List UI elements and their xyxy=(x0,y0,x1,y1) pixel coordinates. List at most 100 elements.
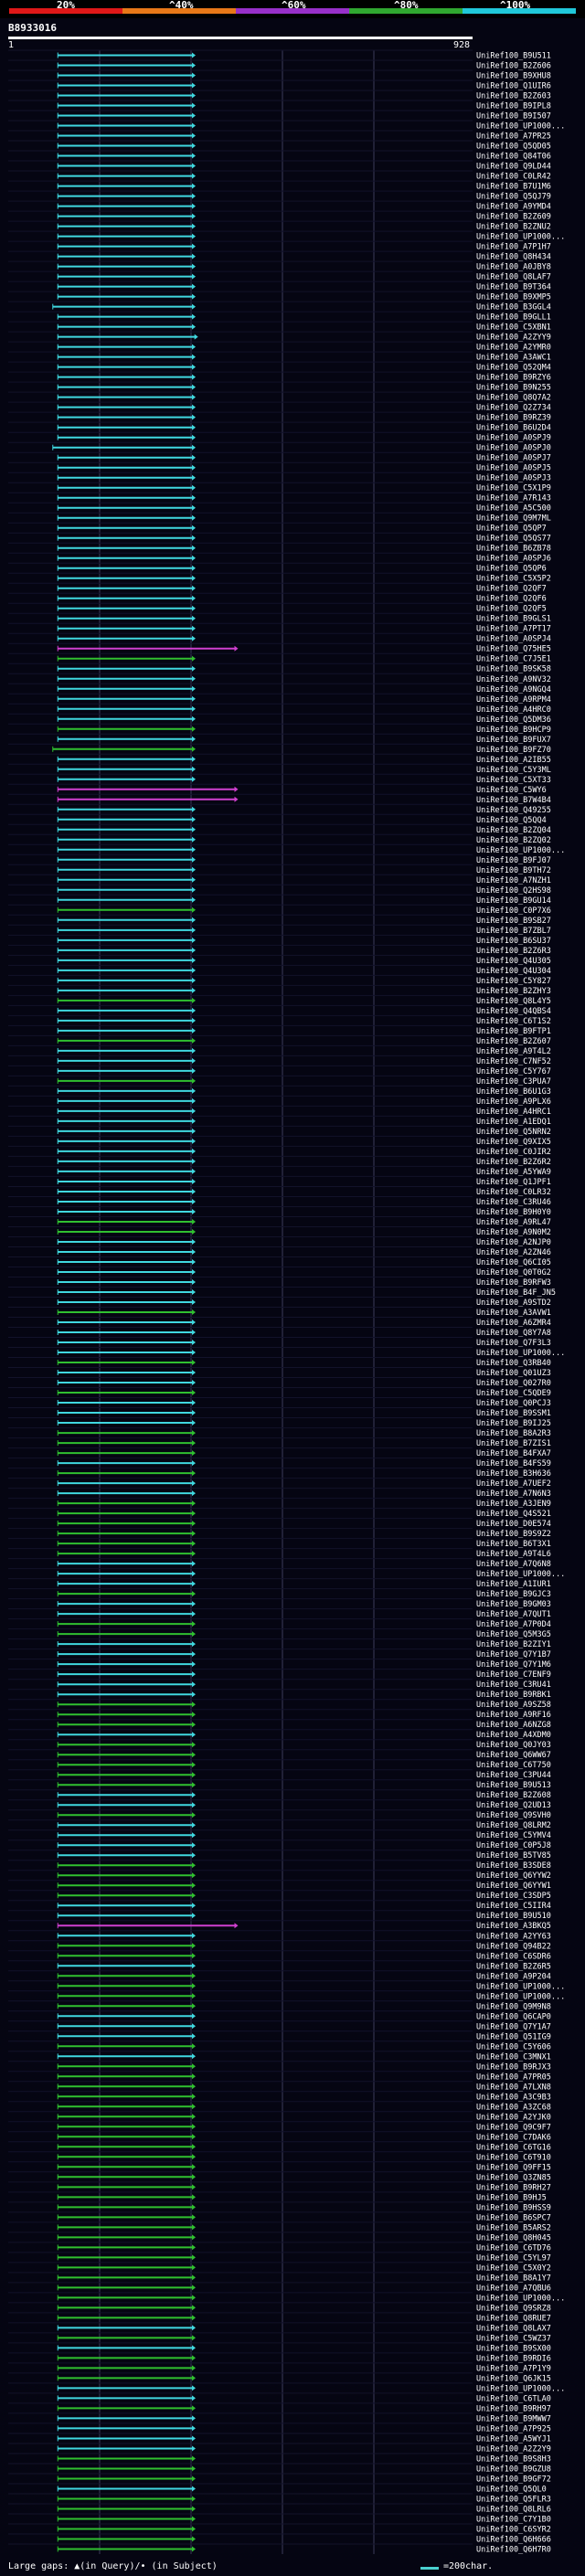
hit-label[interactable]: UniRef100_Q84T06 xyxy=(476,153,551,162)
hit-label[interactable]: UniRef100_A9NGQ4 xyxy=(476,685,551,694)
hit-label[interactable]: UniRef100_B8A1Y7 xyxy=(476,2274,551,2283)
hit-label[interactable]: UniRef100_Q8Y7A8 xyxy=(476,1329,551,1338)
hit-label[interactable]: UniRef100_UP1000... xyxy=(476,122,565,132)
hit-label[interactable]: UniRef100_B6SPC7 xyxy=(476,2213,551,2222)
hit-label[interactable]: UniRef100_B9RZY6 xyxy=(476,374,551,383)
hit-label[interactable]: UniRef100_B9GLS1 xyxy=(476,615,551,624)
hit-label[interactable]: UniRef100_Q5QQ4 xyxy=(476,816,547,825)
hit-label[interactable]: UniRef100_B9SSM1 xyxy=(476,1409,551,1418)
hit-label[interactable]: UniRef100_A2ZN46 xyxy=(476,1248,551,1257)
hit-label[interactable]: UniRef100_UP1000... xyxy=(476,1570,565,1579)
hit-label[interactable]: UniRef100_C6T910 xyxy=(476,2153,551,2162)
hit-label[interactable]: UniRef100_Q1JPF1 xyxy=(476,1178,551,1187)
hit-label[interactable]: UniRef100_A7R143 xyxy=(476,494,551,504)
hit-label[interactable]: UniRef100_Q5QP6 xyxy=(476,565,547,574)
hit-label[interactable]: UniRef100_B7ZIS1 xyxy=(476,1439,551,1448)
hit-label[interactable]: UniRef100_B4FXA7 xyxy=(476,1449,551,1458)
hit-label[interactable]: UniRef100_C5X5P2 xyxy=(476,575,551,584)
hit-label[interactable]: UniRef100_B2Z6R3 xyxy=(476,947,551,956)
hit-label[interactable]: UniRef100_A9N0M2 xyxy=(476,1228,551,1237)
hit-label[interactable]: UniRef100_B9S9Z2 xyxy=(476,1530,551,1539)
hit-label[interactable]: UniRef100_A4HRC0 xyxy=(476,705,551,715)
hit-label[interactable]: UniRef100_A3AWC1 xyxy=(476,354,551,363)
hit-label[interactable]: UniRef100_B2ZHY3 xyxy=(476,987,551,996)
hit-label[interactable]: UniRef100_A6ZMR4 xyxy=(476,1319,551,1328)
hit-label[interactable]: UniRef100_C0JIR2 xyxy=(476,1148,551,1157)
hit-label[interactable]: UniRef100_B9RJX3 xyxy=(476,2062,551,2072)
hit-label[interactable]: UniRef100_Q5QP7 xyxy=(476,525,547,534)
hit-label[interactable]: UniRef100_Q9SRZ8 xyxy=(476,2304,551,2313)
hit-label[interactable]: UniRef100_B9RH27 xyxy=(476,2183,551,2192)
hit-label[interactable]: UniRef100_B9GM03 xyxy=(476,1600,551,1609)
hit-label[interactable]: UniRef100_A6NZG8 xyxy=(476,1721,551,1730)
hit-label[interactable]: UniRef100_Q6CI05 xyxy=(476,1258,551,1267)
hit-label[interactable]: UniRef100_B4F_JN5 xyxy=(476,1288,556,1298)
hit-label[interactable]: UniRef100_A7NZH1 xyxy=(476,876,551,885)
hit-label[interactable]: UniRef100_Q0JY03 xyxy=(476,1741,551,1750)
hit-label[interactable]: UniRef100_B2ZNU2 xyxy=(476,223,551,232)
hit-label[interactable]: UniRef100_B5TV85 xyxy=(476,1851,551,1860)
hit-label[interactable]: UniRef100_C0LR32 xyxy=(476,1188,551,1197)
hit-label[interactable]: UniRef100_B2ZIY1 xyxy=(476,1640,551,1649)
hit-label[interactable]: UniRef100_A0SPJ7 xyxy=(476,454,551,463)
hit-label[interactable]: UniRef100_A0SPJ3 xyxy=(476,474,551,483)
hit-label[interactable]: UniRef100_B2ZQ02 xyxy=(476,836,551,845)
hit-label[interactable]: UniRef100_A7PT17 xyxy=(476,625,551,634)
hit-label[interactable]: UniRef100_A7P925 xyxy=(476,2424,551,2433)
hit-label[interactable]: UniRef100_A0SPJ6 xyxy=(476,555,551,564)
hit-label[interactable]: UniRef100_A9YMD4 xyxy=(476,203,551,212)
hit-label[interactable]: UniRef100_C6T750 xyxy=(476,1761,551,1770)
hit-label[interactable]: UniRef100_C5Y827 xyxy=(476,977,551,986)
hit-label[interactable]: UniRef100_B9H0Y0 xyxy=(476,1208,551,1217)
hit-label[interactable]: UniRef100_C3RU41 xyxy=(476,1680,551,1690)
hit-label[interactable]: UniRef100_B2Z6R2 xyxy=(476,1158,551,1167)
hit-label[interactable]: UniRef100_B9SK58 xyxy=(476,665,551,674)
hit-label[interactable]: UniRef100_Q5M3G5 xyxy=(476,1630,551,1639)
hit-label[interactable]: UniRef100_C6T1S2 xyxy=(476,1017,551,1026)
hit-label[interactable]: UniRef100_A9T4L6 xyxy=(476,1550,551,1559)
hit-label[interactable]: UniRef100_C6TG16 xyxy=(476,2143,551,2152)
hit-label[interactable]: UniRef100_C5WY6 xyxy=(476,786,547,795)
hit-label[interactable]: UniRef100_Q2QF7 xyxy=(476,585,547,594)
hit-label[interactable]: UniRef100_B9U510 xyxy=(476,1912,551,1921)
hit-label[interactable]: UniRef100_Q9SVH0 xyxy=(476,1811,551,1820)
hit-label[interactable]: UniRef100_Q2QF6 xyxy=(476,595,547,604)
hit-label[interactable]: UniRef100_C6SYR2 xyxy=(476,2526,551,2535)
hit-label[interactable]: UniRef100_A9SZ58 xyxy=(476,1701,551,1710)
hit-label[interactable]: UniRef100_C5YL97 xyxy=(476,2253,551,2263)
hit-label[interactable]: UniRef100_Q51IG9 xyxy=(476,2032,551,2041)
hit-label[interactable]: UniRef100_B6T3X1 xyxy=(476,1540,551,1549)
hit-label[interactable]: UniRef100_UP1000... xyxy=(476,1982,565,1991)
hit-label[interactable]: UniRef100_A9T4L2 xyxy=(476,1047,551,1056)
hit-label[interactable]: UniRef100_A7PR05 xyxy=(476,2072,551,2082)
hit-label[interactable]: UniRef100_A9STD2 xyxy=(476,1299,551,1308)
hit-label[interactable]: UniRef100_A1IUR1 xyxy=(476,1580,551,1589)
hit-label[interactable]: UniRef100_B9N255 xyxy=(476,384,551,393)
hit-label[interactable]: UniRef100_C3RU46 xyxy=(476,1198,551,1207)
hit-label[interactable]: UniRef100_Q7Y1M6 xyxy=(476,1660,551,1670)
hit-label[interactable]: UniRef100_C5QDE9 xyxy=(476,1389,551,1398)
hit-label[interactable]: UniRef100_A3C9B3 xyxy=(476,2093,551,2102)
hit-label[interactable]: UniRef100_B2Z603 xyxy=(476,92,551,101)
hit-label[interactable]: UniRef100_B3H636 xyxy=(476,1469,551,1479)
hit-label[interactable]: UniRef100_B5ARS2 xyxy=(476,2223,551,2232)
hit-label[interactable]: UniRef100_Q8LRL6 xyxy=(476,2506,551,2515)
hit-label[interactable]: UniRef100_B6U1G3 xyxy=(476,1087,551,1097)
hit-label[interactable]: UniRef100_Q01UZ3 xyxy=(476,1369,551,1378)
hit-label[interactable]: UniRef100_Q8Q7A2 xyxy=(476,394,551,403)
hit-label[interactable]: UniRef100_Q6JK15 xyxy=(476,2374,551,2383)
hit-label[interactable]: UniRef100_A5WYJ1 xyxy=(476,2435,551,2444)
hit-label[interactable]: UniRef100_Q6H666 xyxy=(476,2536,551,2545)
hit-label[interactable]: UniRef100_B9HSS9 xyxy=(476,2203,551,2212)
hit-label[interactable]: UniRef100_B2Z6R5 xyxy=(476,1962,551,1971)
hit-label[interactable]: UniRef100_B8A2R3 xyxy=(476,1429,551,1438)
hit-label[interactable]: UniRef100_Q7F3L3 xyxy=(476,1339,551,1348)
hit-label[interactable]: UniRef100_B9GJC3 xyxy=(476,1590,551,1599)
hit-label[interactable]: UniRef100_B2Z606 xyxy=(476,62,551,71)
hit-label[interactable]: UniRef100_A4HRC1 xyxy=(476,1108,551,1117)
hit-label[interactable]: UniRef100_Q4U304 xyxy=(476,967,551,976)
hit-label[interactable]: UniRef100_B9FUX7 xyxy=(476,736,551,745)
hit-label[interactable]: UniRef100_B9RFW3 xyxy=(476,1278,551,1288)
hit-label[interactable]: UniRef100_C7NF52 xyxy=(476,1057,551,1066)
hit-label[interactable]: UniRef100_Q0T0G2 xyxy=(476,1268,551,1277)
